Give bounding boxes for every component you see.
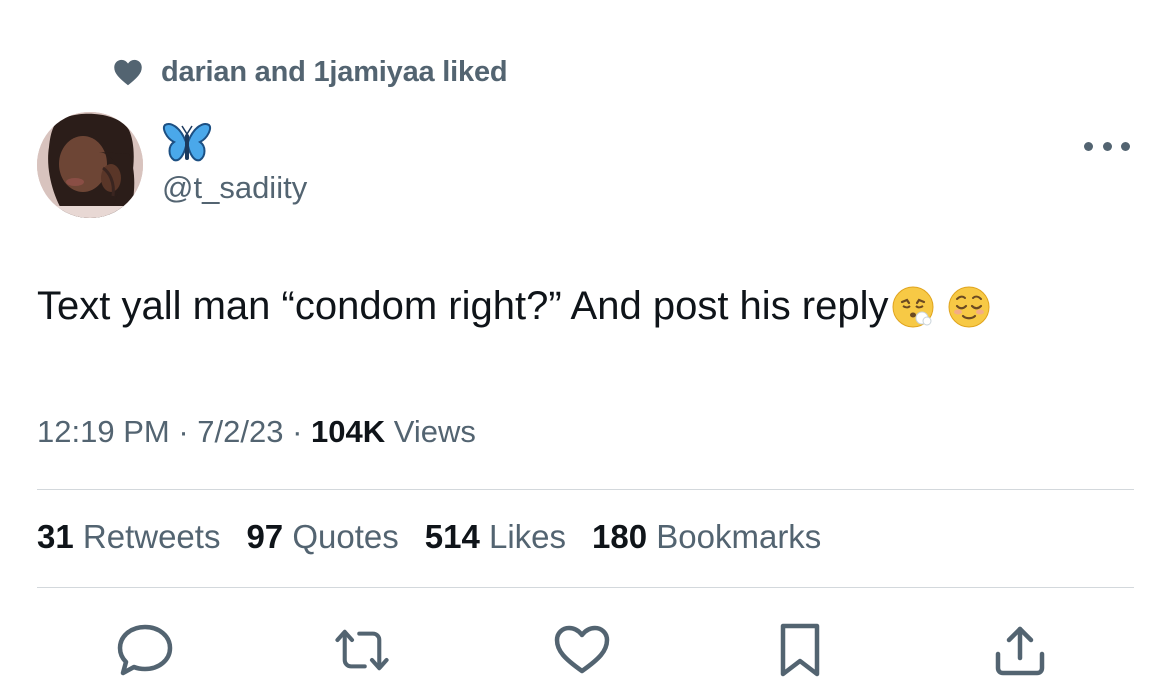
- meta-separator: ·: [169, 414, 198, 449]
- social-context-text: darian and 1jamiyaa liked: [161, 55, 508, 88]
- retweets-count: 31: [37, 518, 74, 555]
- author-handle[interactable]: @t_sadiity: [162, 170, 307, 206]
- bookmark-icon[interactable]: [770, 620, 830, 680]
- social-context[interactable]: darian and 1jamiyaa liked: [113, 52, 508, 92]
- quotes-stat[interactable]: 97 Quotes: [246, 518, 398, 556]
- views-count: 104K: [311, 414, 386, 449]
- bookmarks-count: 180: [592, 518, 648, 555]
- relieved-face-emoji: [947, 285, 991, 329]
- heart-icon: [113, 58, 143, 86]
- butterfly-emoji[interactable]: [162, 122, 212, 164]
- tweet-time[interactable]: 12:19 PM: [37, 414, 170, 449]
- retweets-stat[interactable]: 31 Retweets: [37, 518, 220, 556]
- quotes-count: 97: [246, 518, 284, 555]
- meta-separator: ·: [283, 414, 312, 449]
- tweet-body: Text yall man “condom right?” And post h…: [37, 284, 889, 328]
- reply-icon[interactable]: [115, 620, 175, 680]
- tweet-date[interactable]: 7/2/23: [197, 414, 283, 449]
- divider-bottom: [37, 587, 1134, 588]
- likes-stat[interactable]: 514 Likes: [425, 518, 566, 556]
- views-label: Views: [385, 414, 476, 449]
- bookmarks-stat[interactable]: 180 Bookmarks: [592, 518, 821, 556]
- face-exhaling-emoji: [891, 285, 935, 329]
- quotes-label: Quotes: [283, 518, 399, 555]
- likes-label: Likes: [479, 518, 567, 555]
- tweet-text: Text yall man “condom right?” And post h…: [37, 284, 991, 329]
- bookmarks-label: Bookmarks: [647, 518, 822, 555]
- share-icon[interactable]: [990, 620, 1050, 680]
- likes-count: 514: [424, 518, 480, 555]
- more-options-icon[interactable]: [1084, 136, 1130, 156]
- like-icon[interactable]: [552, 620, 612, 680]
- avatar[interactable]: [37, 112, 143, 218]
- retweets-label: Retweets: [73, 518, 221, 555]
- retweet-icon[interactable]: [332, 620, 392, 680]
- engagement-stats: 31 Retweets 97 Quotes 514 Likes 180 Book…: [37, 518, 821, 556]
- divider-top: [37, 489, 1134, 490]
- tweet-meta: 12:19 PM · 7/2/23 · 104K Views: [37, 414, 476, 450]
- action-bar: [0, 620, 1170, 680]
